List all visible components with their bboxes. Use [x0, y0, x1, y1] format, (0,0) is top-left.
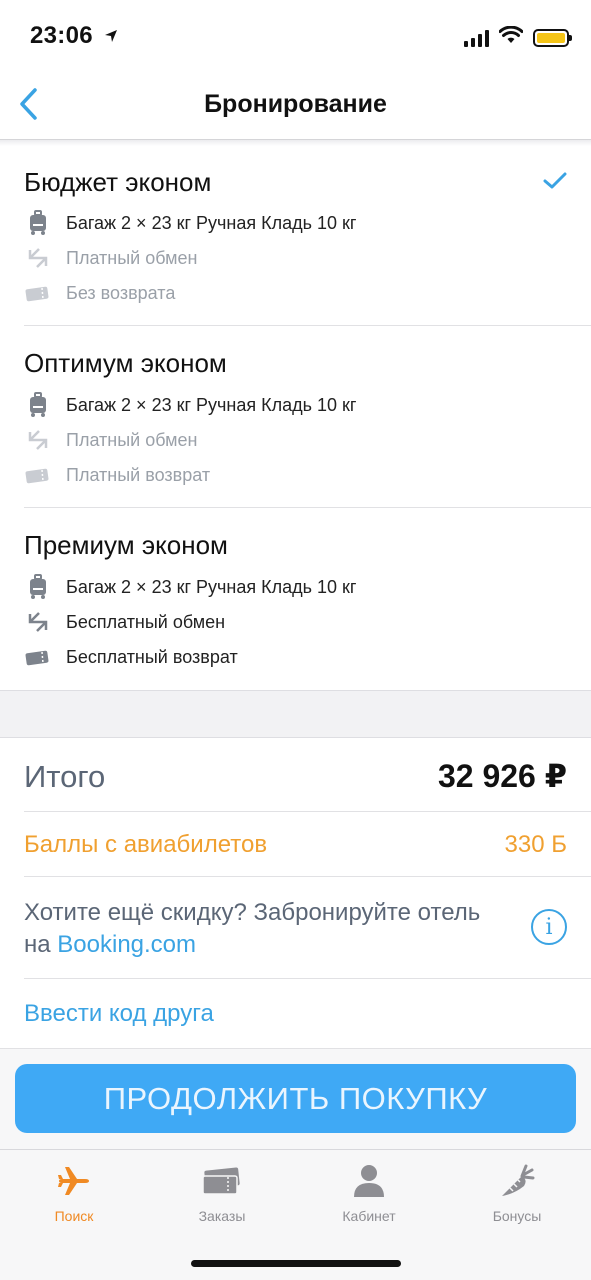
total-price: 32 926 ₽: [437, 758, 567, 794]
feature-text: Платный возврат: [66, 464, 211, 485]
section-separator: [0, 690, 591, 738]
total-row: Итого 32 926 ₽: [0, 739, 591, 812]
battery-icon: [533, 28, 572, 47]
feature-text: Платный обмен: [66, 429, 198, 450]
feature-text: Бесплатный обмен: [66, 611, 226, 632]
fare-option-optimum[interactable]: Оптимум эконом Багаж 2 × 23 кг Ручная Кл…: [0, 326, 591, 508]
fare-title: Бюджет эконом: [24, 167, 212, 197]
tab-orders[interactable]: Заказы: [148, 1160, 296, 1230]
tab-label: Поиск: [54, 1208, 94, 1224]
feature-text: Багаж 2 × 23 кг Ручная Кладь 10 кг: [66, 212, 357, 233]
points-value: 330 Б: [504, 831, 567, 858]
status-bar: 23:06: [0, 0, 591, 70]
total-label: Итого: [24, 759, 106, 794]
friend-code-row[interactable]: Ввести код друга: [0, 979, 591, 1049]
feature-text: Бесплатный возврат: [66, 646, 238, 667]
status-time: 23:06: [30, 22, 118, 50]
fare-option-premium[interactable]: Премиум эконом Багаж 2 × 23 кг Ручная Кл…: [0, 508, 591, 690]
fare-option-budget[interactable]: Бюджет эконом Багаж 2 × 23 кг Ручная Кла…: [0, 146, 591, 326]
fare-feature: Багаж 2 × 23 кг Ручная Кладь 10 кг: [24, 572, 356, 602]
ticket-icon: [24, 280, 52, 306]
ticket-icon: [24, 462, 52, 488]
exchange-icon: [24, 245, 52, 271]
tab-bonuses[interactable]: Бонусы: [443, 1160, 591, 1230]
clock-text: 23:06: [30, 22, 93, 49]
carrot-icon: [443, 1160, 591, 1202]
fare-feature: Бесплатный возврат: [24, 642, 238, 672]
plane-icon: [0, 1160, 148, 1202]
fare-title: Оптимум эконом: [24, 348, 227, 378]
feature-text: Багаж 2 × 23 кг Ручная Кладь 10 кг: [66, 576, 357, 597]
continue-purchase-button[interactable]: ПРОДОЛЖИТЬ ПОКУПКУ: [15, 1064, 576, 1133]
page-title: Бронирование: [204, 90, 387, 118]
feature-text: Багаж 2 × 23 кг Ручная Кладь 10 кг: [66, 394, 357, 415]
checkmark-icon: [543, 172, 567, 195]
luggage-icon: [24, 392, 52, 418]
fare-feature: Багаж 2 × 23 кг Ручная Кладь 10 кг: [24, 208, 356, 238]
enter-friend-code-link[interactable]: Ввести код друга: [24, 1000, 214, 1028]
fare-feature: Платный обмен: [24, 425, 197, 455]
fare-title: Премиум эконом: [24, 530, 228, 560]
fare-feature: Бесплатный обмен: [24, 607, 225, 637]
status-indicators: [464, 25, 572, 49]
navigation-bar: Бронирование: [0, 70, 591, 140]
signal-icon: [464, 29, 489, 47]
exchange-icon: [24, 609, 52, 635]
tab-search[interactable]: Поиск: [0, 1160, 148, 1230]
promo-text: Хотите ещё скидку? Забронируйте отель на…: [24, 897, 494, 961]
user-icon: [295, 1160, 443, 1202]
continue-area: ПРОДОЛЖИТЬ ПОКУПКУ: [0, 1049, 591, 1149]
luggage-icon: [24, 574, 52, 600]
fare-feature: Платный обмен: [24, 243, 197, 273]
exchange-icon: [24, 427, 52, 453]
home-indicator: [191, 1260, 401, 1267]
tab-label: Заказы: [198, 1208, 246, 1224]
points-row: Баллы с авиабилетов 330 Б: [0, 812, 591, 877]
points-label: Баллы с авиабилетов: [24, 831, 268, 858]
feature-text: Платный обмен: [66, 247, 198, 268]
luggage-icon: [24, 210, 52, 236]
tab-label: Кабинет: [342, 1208, 396, 1224]
feature-text: Без возврата: [66, 282, 176, 303]
fare-feature: Платный возврат: [24, 460, 210, 490]
tickets-icon: [148, 1160, 296, 1202]
location-arrow-icon: [104, 22, 118, 50]
tab-account[interactable]: Кабинет: [295, 1160, 443, 1230]
tab-label: Бонусы: [492, 1208, 542, 1224]
ticket-icon: [24, 644, 52, 670]
fare-feature: Багаж 2 × 23 кг Ручная Кладь 10 кг: [24, 390, 356, 420]
fare-feature: Без возврата: [24, 278, 175, 308]
wifi-icon: [498, 25, 524, 49]
booking-promo-row[interactable]: Хотите ещё скидку? Забронируйте отель на…: [0, 877, 591, 979]
booking-link[interactable]: Booking.com: [57, 931, 196, 958]
info-icon[interactable]: i: [531, 909, 567, 945]
